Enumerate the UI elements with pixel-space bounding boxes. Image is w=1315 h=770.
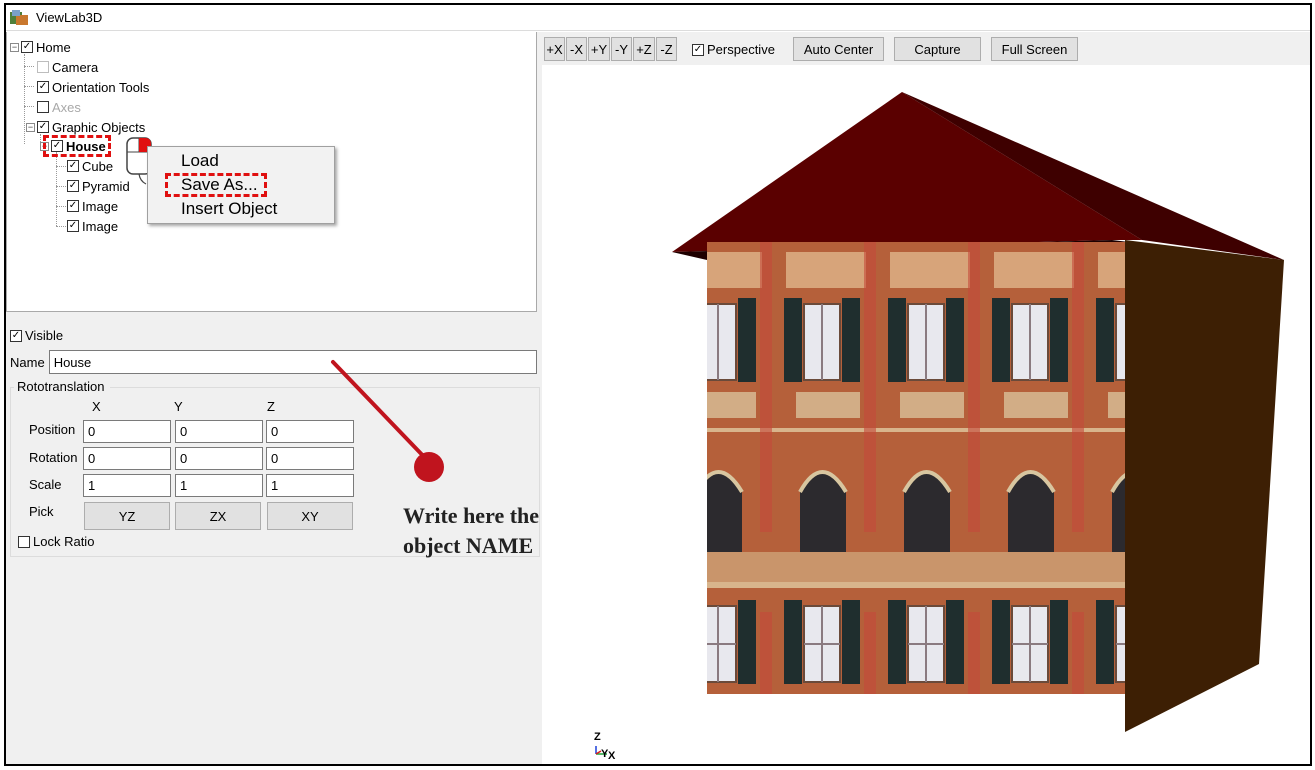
- position-label: Position: [29, 422, 76, 437]
- scale-label: Scale: [29, 477, 62, 492]
- tree-connector: [24, 86, 34, 87]
- app-window: ViewLab3D − ✓ Home Camera ✓ Orientation …: [4, 3, 1312, 766]
- position-z-input[interactable]: [266, 420, 354, 443]
- view-plus-y-button[interactable]: +Y: [588, 37, 610, 61]
- checkbox-checked-icon[interactable]: ✓: [37, 121, 49, 133]
- tree-connector: [56, 152, 57, 226]
- axis-header-x: X: [92, 399, 101, 414]
- pick-xy-button[interactable]: XY: [267, 502, 353, 530]
- view-minus-z-button[interactable]: -Z: [656, 37, 677, 61]
- title-bar: ViewLab3D: [6, 5, 1310, 31]
- collapse-icon[interactable]: −: [26, 122, 35, 132]
- name-row: Name: [10, 350, 537, 374]
- checkbox-checked-icon[interactable]: ✓: [21, 41, 33, 53]
- position-y-input[interactable]: [175, 420, 263, 443]
- checkbox-unchecked-icon[interactable]: [37, 61, 49, 73]
- name-label: Name: [10, 354, 45, 370]
- view-minus-x-button[interactable]: -X: [566, 37, 587, 61]
- tree-connector: [56, 166, 66, 167]
- scale-y-input[interactable]: [175, 474, 263, 497]
- position-x-input[interactable]: [83, 420, 171, 443]
- tree-node-pyramid[interactable]: ✓ Pyramid: [67, 177, 130, 195]
- app-logo-icon: [10, 9, 30, 26]
- tree-connector: [56, 206, 66, 207]
- pick-yz-button[interactable]: YZ: [84, 502, 170, 530]
- checkbox-checked-icon[interactable]: ✓: [67, 220, 79, 232]
- tree-connector: [24, 54, 25, 144]
- axis-header-y: Y: [174, 399, 183, 414]
- name-input[interactable]: [48, 350, 537, 374]
- full-screen-button[interactable]: Full Screen: [991, 37, 1078, 61]
- tree-node-orientation-tools[interactable]: ✓ Orientation Tools: [37, 78, 149, 96]
- tree-connector: [56, 226, 66, 227]
- collapse-icon[interactable]: −: [10, 42, 19, 52]
- tree-node-home[interactable]: − ✓ Home: [10, 38, 71, 56]
- tree-connector: [56, 186, 66, 187]
- checkbox-checked-icon[interactable]: ✓: [692, 43, 704, 56]
- checkbox-unchecked-icon[interactable]: [18, 535, 30, 548]
- checkbox-checked-icon[interactable]: ✓: [67, 180, 79, 192]
- checkbox-checked-icon[interactable]: ✓: [37, 81, 49, 93]
- tree-node-axes[interactable]: Axes: [37, 98, 81, 116]
- axis-z-label: Z: [594, 731, 601, 743]
- lock-ratio-checkbox-row[interactable]: Lock Ratio: [18, 534, 94, 549]
- menu-item-insert-object[interactable]: Insert Object: [181, 199, 277, 219]
- save-as-highlight: [165, 173, 267, 197]
- left-panel: − ✓ Home Camera ✓ Orientation Tools Axes…: [6, 32, 542, 764]
- house-node-highlight: [43, 135, 111, 157]
- house-3d-model: [672, 92, 1284, 732]
- rotation-label: Rotation: [29, 450, 78, 465]
- group-title: Rototranslation: [17, 379, 109, 394]
- perspective-label: Perspective: [707, 42, 775, 57]
- annotation-note: Write here the object NAME: [403, 501, 593, 561]
- tree-connector: [24, 66, 34, 67]
- tree-node-image[interactable]: ✓ Image: [67, 197, 118, 215]
- view-toolbar: +X -X +Y -Y +Z -Z ✓ Perspective Auto Cen…: [542, 32, 1310, 65]
- checkbox-checked-icon[interactable]: ✓: [67, 160, 79, 172]
- tree-node-cube[interactable]: ✓ Cube: [67, 157, 113, 175]
- checkbox-unchecked-icon[interactable]: [37, 101, 49, 113]
- lock-ratio-label: Lock Ratio: [33, 534, 95, 549]
- house-facade: [707, 242, 1125, 694]
- tree-node-camera[interactable]: Camera: [37, 58, 98, 76]
- rotation-x-input[interactable]: [83, 447, 171, 470]
- checkbox-checked-icon[interactable]: ✓: [67, 200, 79, 212]
- perspective-checkbox-row[interactable]: ✓ Perspective: [692, 42, 775, 57]
- auto-center-button[interactable]: Auto Center: [793, 37, 884, 61]
- view-minus-y-button[interactable]: -Y: [611, 37, 632, 61]
- tree-node-graphic-objects[interactable]: − ✓ Graphic Objects: [26, 118, 145, 136]
- menu-item-load[interactable]: Load: [181, 151, 219, 171]
- scale-x-input[interactable]: [83, 474, 171, 497]
- 3d-viewport[interactable]: +X -X +Y -Y +Z -Z ✓ Perspective Auto Cen…: [542, 32, 1310, 764]
- context-menu: Load Save As... Insert Object: [147, 146, 335, 224]
- tree-connector: [24, 106, 34, 107]
- rotation-z-input[interactable]: [266, 447, 354, 470]
- tree-node-image[interactable]: ✓ Image: [67, 217, 118, 235]
- checkbox-checked-icon[interactable]: ✓: [10, 329, 22, 342]
- visible-checkbox-row[interactable]: ✓ Visible: [10, 328, 63, 343]
- view-plus-z-button[interactable]: +Z: [633, 37, 655, 61]
- pick-label: Pick: [29, 504, 54, 519]
- axis-header-z: Z: [267, 399, 275, 414]
- window-title: ViewLab3D: [36, 10, 103, 25]
- visible-label: Visible: [25, 328, 64, 343]
- annotation-line-1: Write here the: [403, 503, 540, 528]
- view-plus-x-button[interactable]: +X: [544, 37, 565, 61]
- scene-tree[interactable]: − ✓ Home Camera ✓ Orientation Tools Axes…: [6, 32, 537, 312]
- annotation-line-2: object NAME: [403, 533, 534, 558]
- scale-z-input[interactable]: [266, 474, 354, 497]
- house-side-wall: [1125, 240, 1284, 732]
- capture-button[interactable]: Capture: [894, 37, 981, 61]
- rotation-y-input[interactable]: [175, 447, 263, 470]
- axis-orientation-indicator: Z Y X: [594, 731, 616, 760]
- axis-x-label: X: [608, 750, 616, 760]
- pick-zx-button[interactable]: ZX: [175, 502, 261, 530]
